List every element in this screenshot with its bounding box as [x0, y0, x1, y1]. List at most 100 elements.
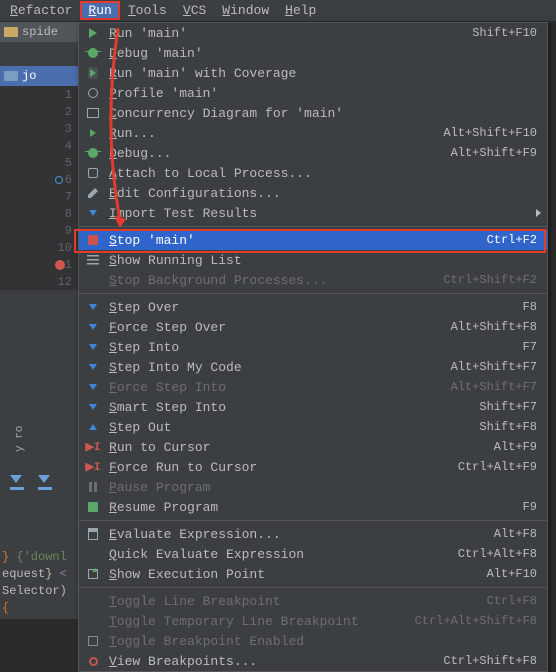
menu-item-label: Stop 'main': [109, 233, 487, 248]
gutter-line[interactable]: 11: [0, 256, 78, 273]
menu-item-stop-main[interactable]: Stop 'main'Ctrl+F2: [79, 230, 547, 250]
bug-icon: [85, 145, 101, 161]
menu-item-run-main[interactable]: Run 'main'Shift+F10: [79, 23, 547, 43]
menu-item-shortcut: Alt+Shift+F7: [451, 360, 537, 374]
stepinto-icon: [85, 359, 101, 375]
menu-item-label: Show Running List: [109, 253, 537, 268]
menu-separator: [79, 226, 547, 227]
menu-item-profile-main[interactable]: Profile 'main': [79, 83, 547, 103]
project-tab-jo[interactable]: jo: [0, 66, 78, 86]
blank-icon: [85, 613, 101, 629]
gutter-line[interactable]: 3: [0, 120, 78, 137]
blank-icon: [85, 546, 101, 562]
menu-item-debug[interactable]: Debug...Alt+Shift+F9: [79, 143, 547, 163]
menu-item-shortcut: Ctrl+F2: [487, 233, 537, 247]
stop-icon: [85, 232, 101, 248]
menu-item-label: Run to Cursor: [109, 440, 494, 455]
menu-item-resume-program[interactable]: Resume ProgramF9: [79, 497, 547, 517]
project-pane: spide jo 123456789101112 y ro } {'downl …: [0, 22, 78, 619]
menu-item-debug-main[interactable]: Debug 'main': [79, 43, 547, 63]
menu-item-label: Show Execution Point: [109, 567, 487, 582]
gutter-line[interactable]: 9: [0, 222, 78, 239]
gutter-line[interactable]: 2: [0, 103, 78, 120]
project-tab-label: spide: [22, 25, 58, 39]
gutter-line[interactable]: 12: [0, 273, 78, 290]
menu-item-label: Resume Program: [109, 500, 523, 515]
menu-separator: [79, 293, 547, 294]
menu-item-shortcut: Ctrl+Alt+F9: [458, 460, 537, 474]
menu-item-smart-step-into[interactable]: Smart Step IntoShift+F7: [79, 397, 547, 417]
gutter-line[interactable]: 5: [0, 154, 78, 171]
menu-item-label: Concurrency Diagram for 'main': [109, 106, 537, 121]
gutter-line[interactable]: 4: [0, 137, 78, 154]
menu-item-quick-evaluate-expression[interactable]: Quick Evaluate ExpressionCtrl+Alt+F8: [79, 544, 547, 564]
edit-icon: [85, 185, 101, 201]
menu-item-shortcut: Alt+Shift+F10: [443, 126, 537, 140]
menu-item-run-to-cursor[interactable]: ▶IRun to CursorAlt+F9: [79, 437, 547, 457]
menu-item-step-out[interactable]: Step OutShift+F8: [79, 417, 547, 437]
menu-item-shortcut: Alt+Shift+F8: [451, 320, 537, 334]
run-menu: Run 'main'Shift+F10Debug 'main'Run 'main…: [78, 22, 548, 672]
menu-item-step-into[interactable]: Step IntoF7: [79, 337, 547, 357]
menu-item-label: Toggle Temporary Line Breakpoint: [109, 614, 415, 629]
gutter-line[interactable]: 6: [0, 171, 78, 188]
download-icon[interactable]: [38, 472, 52, 490]
menu-item-show-execution-point[interactable]: Show Execution PointAlt+F10: [79, 564, 547, 584]
editor-gutter: 123456789101112: [0, 86, 78, 290]
gutter-line[interactable]: 8: [0, 205, 78, 222]
menu-item-label: Run 'main' with Coverage: [109, 66, 537, 81]
menu-item-view-breakpoints[interactable]: View Breakpoints...Ctrl+Shift+F8: [79, 651, 547, 671]
menu-item-evaluate-expression[interactable]: Evaluate Expression...Alt+F8: [79, 524, 547, 544]
menu-item-shortcut: Shift+F10: [472, 26, 537, 40]
breakpoint-dot-icon[interactable]: [55, 260, 65, 270]
menu-item-step-over[interactable]: Step OverF8: [79, 297, 547, 317]
gutter-line[interactable]: 7: [0, 188, 78, 205]
menu-item-label: Run 'main': [109, 26, 472, 41]
gutter-line[interactable]: 10: [0, 239, 78, 256]
resume-icon: [85, 499, 101, 515]
menubar-item-help[interactable]: Help: [277, 1, 324, 20]
menu-item-toggle-temporary-line-breakpoint: Toggle Temporary Line BreakpointCtrl+Alt…: [79, 611, 547, 631]
menu-item-show-running-list[interactable]: Show Running List: [79, 250, 547, 270]
gutter-line[interactable]: 1: [0, 86, 78, 103]
menu-item-force-run-to-cursor[interactable]: ▶IForce Run to CursorCtrl+Alt+F9: [79, 457, 547, 477]
blank-icon: [85, 593, 101, 609]
menubar-item-run[interactable]: Run: [80, 1, 119, 20]
menu-item-shortcut: Alt+Shift+F9: [451, 146, 537, 160]
menu-item-label: Stop Background Processes...: [109, 273, 443, 288]
menu-item-label: View Breakpoints...: [109, 654, 443, 669]
menu-item-edit-configurations[interactable]: Edit Configurations...: [79, 183, 547, 203]
menu-item-toggle-line-breakpoint: Toggle Line BreakpointCtrl+F8: [79, 591, 547, 611]
play-icon: [85, 25, 101, 41]
menu-item-run-main-with-coverage[interactable]: Run 'main' with Coverage: [79, 63, 547, 83]
menu-item-shortcut: Alt+F10: [487, 567, 537, 581]
menu-item-label: Profile 'main': [109, 86, 537, 101]
stepinto-icon: [85, 339, 101, 355]
menubar-item-refactor[interactable]: Refactor: [2, 1, 80, 20]
menu-item-shortcut: Shift+F7: [479, 400, 537, 414]
menu-item-step-into-my-code[interactable]: Step Into My CodeAlt+Shift+F7: [79, 357, 547, 377]
project-tab-spide[interactable]: spide: [0, 22, 78, 42]
menubar-item-window[interactable]: Window: [214, 1, 277, 20]
menu-item-attach-to-local-process[interactable]: Attach to Local Process...: [79, 163, 547, 183]
download-icon[interactable]: [10, 472, 24, 490]
redring-icon: [85, 653, 101, 669]
menu-item-force-step-over[interactable]: Force Step OverAlt+Shift+F8: [79, 317, 547, 337]
menu-item-label: Pause Program: [109, 480, 537, 495]
import-icon: [85, 205, 101, 221]
menubar-item-tools[interactable]: Tools: [120, 1, 175, 20]
menubar: RefactorRunToolsVCSWindowHelp: [0, 0, 556, 22]
menu-item-import-test-results[interactable]: Import Test Results: [79, 203, 547, 223]
menu-item-concurrency-diagram-for-main[interactable]: Concurrency Diagram for 'main': [79, 103, 547, 123]
stepover-icon: [85, 299, 101, 315]
run-side-caption: y ro: [14, 426, 26, 452]
calc-icon: [85, 526, 101, 542]
menu-item-label: Toggle Breakpoint Enabled: [109, 634, 537, 649]
breakpoint-ring-icon[interactable]: [55, 176, 63, 184]
menubar-item-vcs[interactable]: VCS: [175, 1, 214, 20]
menu-item-stop-background-processes: Stop Background Processes...Ctrl+Shift+F…: [79, 270, 547, 290]
menu-item-label: Smart Step Into: [109, 400, 479, 415]
menu-item-shortcut: F7: [523, 340, 537, 354]
menu-item-run[interactable]: Run...Alt+Shift+F10: [79, 123, 547, 143]
menu-item-shortcut: Alt+F9: [494, 440, 537, 454]
